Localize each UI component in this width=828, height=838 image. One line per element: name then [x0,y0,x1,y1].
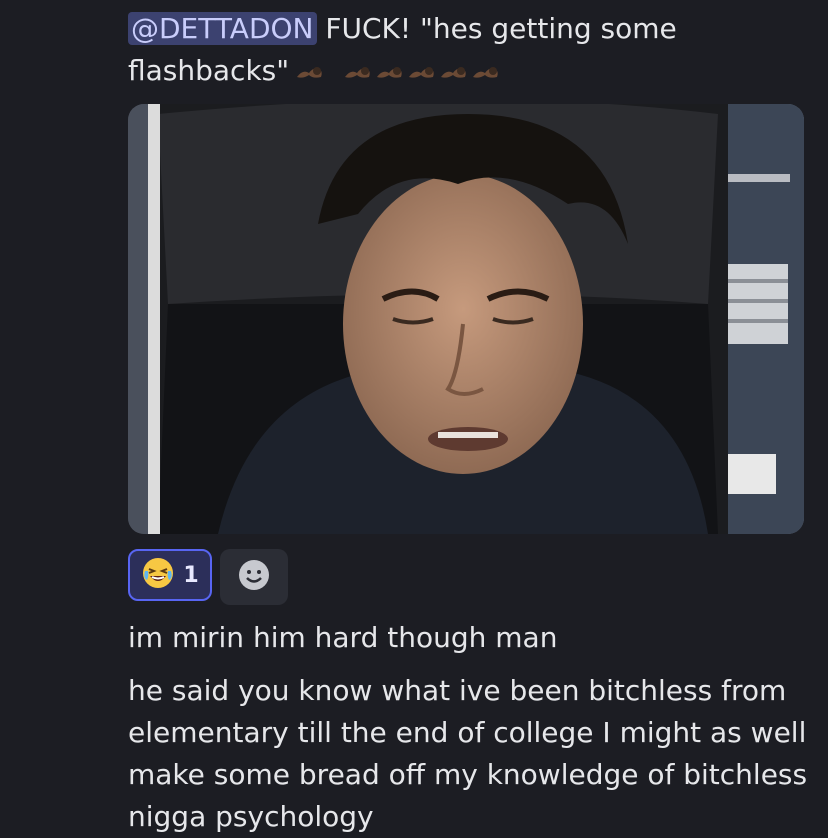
arm-flex-emote [407,63,437,81]
message-with-mention: @DETTADON FUCK! "hes getting some flashb… [128,8,818,92]
arm-flex-emote [471,63,501,81]
chat-area: @DETTADON FUCK! "hes getting some flashb… [0,0,828,838]
video-thumbnail[interactable] [128,104,804,534]
arm-flex-emote [343,63,373,81]
laughing-crying-emoji [141,556,175,594]
reactions-bar: 1 [128,549,288,605]
smiley-add-icon [237,558,271,596]
message-text: im mirin him hard though man [128,621,558,654]
reaction-laughing[interactable]: 1 [128,549,212,601]
arm-flex-emote [375,63,405,81]
arm-flex-emote [439,63,469,81]
user-mention[interactable]: @DETTADON [128,12,317,45]
emote-row [295,63,501,81]
add-reaction-button[interactable] [220,549,288,605]
message-text: he said you know what ive been bitchless… [128,674,808,833]
arm-flex-emote [295,63,325,81]
reaction-count: 1 [183,562,199,588]
